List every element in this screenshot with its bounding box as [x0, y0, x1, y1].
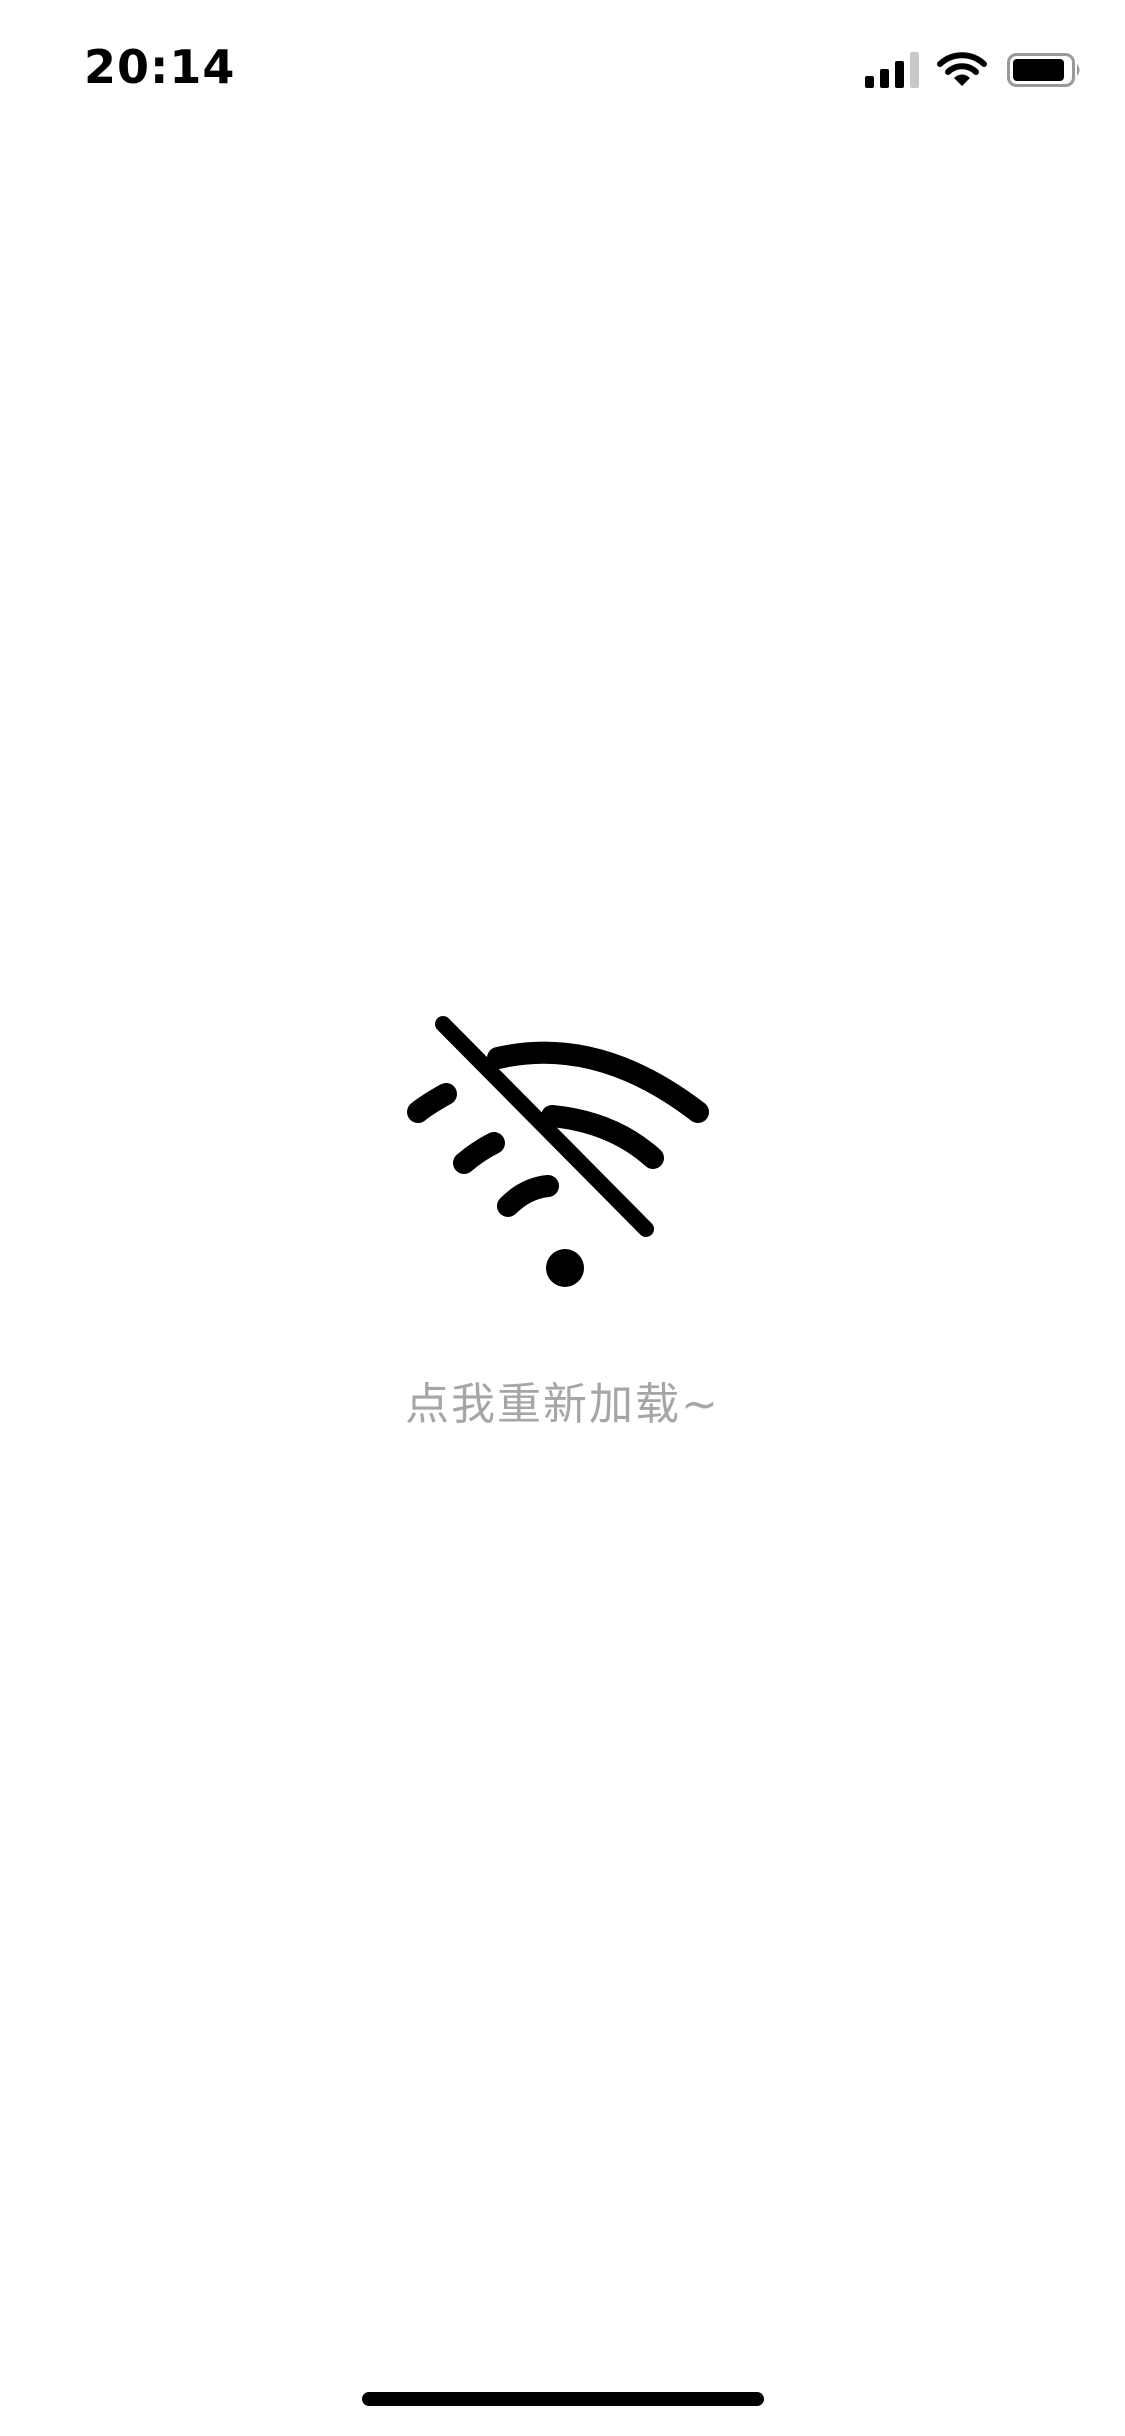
battery-icon: [1007, 53, 1080, 87]
wifi-icon: [937, 52, 987, 86]
status-bar: 20:14: [0, 0, 1125, 140]
status-icons: [865, 50, 1083, 90]
reload-area[interactable]: 点我重新加载~: [0, 1010, 1125, 1432]
cellular-signal-icon: [865, 52, 919, 88]
status-time: 20:14: [84, 40, 236, 94]
wifi-off-icon: [406, 1016, 709, 1287]
home-indicator[interactable]: [362, 2392, 764, 2406]
reload-label[interactable]: 点我重新加载~: [405, 1368, 720, 1432]
